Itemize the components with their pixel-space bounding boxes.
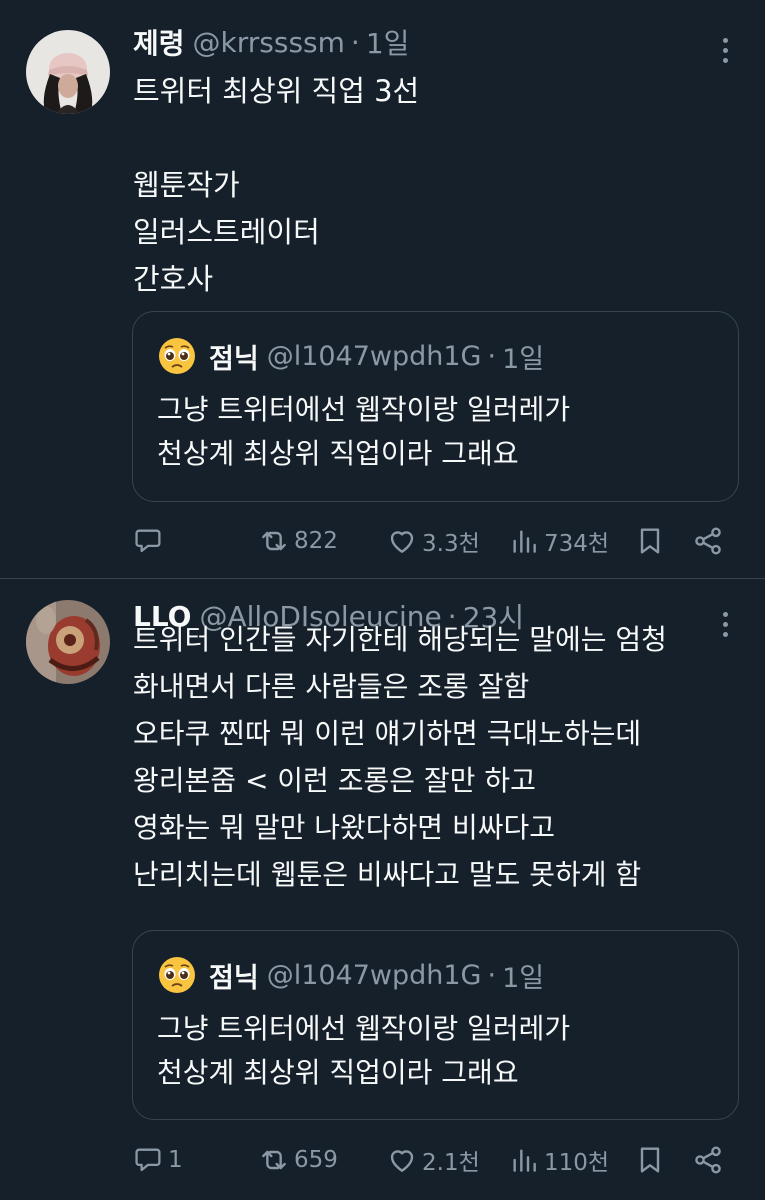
action-bar: 822 3.3천 734천	[132, 521, 732, 561]
quote-timestamp[interactable]: 1일	[502, 337, 544, 376]
bookmark-button[interactable]	[634, 521, 666, 561]
retweet-arrows-icon	[258, 525, 290, 557]
bar-chart-icon	[508, 525, 540, 557]
separator-dot: ·	[487, 340, 497, 372]
reply-count: 1	[168, 1147, 183, 1173]
more-options-icon[interactable]	[715, 30, 735, 70]
bookmark-icon	[634, 525, 666, 557]
avatar[interactable]	[26, 30, 110, 114]
pleading-face-icon	[157, 955, 197, 995]
tweet-header: 제령 @krrssssm · 1일	[133, 22, 725, 62]
like-count: 3.3천	[422, 531, 480, 557]
retweet-button[interactable]: 822	[258, 521, 338, 561]
quote-display-name[interactable]: 점닉	[209, 956, 259, 995]
user-handle[interactable]: @krrssssm	[193, 26, 345, 59]
reply-button[interactable]	[132, 521, 168, 561]
share-button[interactable]	[692, 521, 724, 561]
share-icon	[692, 525, 724, 557]
like-button[interactable]: 2.1천	[386, 1140, 480, 1180]
quote-timestamp[interactable]: 1일	[502, 956, 544, 995]
bar-chart-icon	[508, 1144, 540, 1176]
action-bar: 1 659 2.1천 110천	[132, 1140, 732, 1180]
retweet-arrows-icon	[258, 1144, 290, 1176]
separator-dot: ·	[487, 959, 497, 991]
heart-icon	[386, 1144, 418, 1176]
tweet[interactable]: 제령 @krrssssm · 1일 트위터 최상위 직업 3선 웹툰작가 일러스…	[0, 0, 765, 578]
timestamp[interactable]: 1일	[366, 22, 410, 62]
bookmark-icon	[634, 1144, 666, 1176]
retweet-button[interactable]: 659	[258, 1140, 338, 1180]
quote-header: 점닉 @l1047wpdh1G · 1일	[157, 336, 544, 376]
views-button[interactable]: 734천	[508, 521, 609, 561]
speech-bubble-icon	[132, 525, 164, 557]
like-button[interactable]: 3.3천	[386, 521, 480, 561]
quote-tweet[interactable]: 점닉 @l1047wpdh1G · 1일 그냥 트위터에선 웹작이랑 일러레가 …	[132, 311, 739, 502]
quote-header: 점닉 @l1047wpdh1G · 1일	[157, 955, 544, 995]
separator-dot: ·	[350, 25, 360, 59]
display-name[interactable]: 제령	[133, 22, 185, 62]
quote-tweet[interactable]: 점닉 @l1047wpdh1G · 1일 그냥 트위터에선 웹작이랑 일러레가 …	[132, 930, 739, 1120]
quote-user-handle[interactable]: @l1047wpdh1G	[267, 341, 482, 372]
tweet-text: 트위터 인간들 자기한테 해당되는 말에는 엄청 화내면서 다른 사람들은 조롱…	[133, 623, 667, 891]
pleading-face-icon	[157, 336, 197, 376]
quote-text: 그냥 트위터에선 웹작이랑 일러레가 천상계 최상위 직업이라 그래요	[157, 1012, 571, 1089]
heart-icon	[386, 525, 418, 557]
reply-button[interactable]: 1	[132, 1140, 183, 1180]
bookmark-button[interactable]	[634, 1140, 666, 1180]
speech-bubble-icon	[132, 1144, 164, 1176]
share-icon	[692, 1144, 724, 1176]
quote-text: 그냥 트위터에선 웹작이랑 일러레가 천상계 최상위 직업이라 그래요	[157, 393, 571, 470]
avatar[interactable]	[26, 600, 110, 684]
views-button[interactable]: 110천	[508, 1140, 609, 1180]
like-count: 2.1천	[422, 1150, 480, 1176]
share-button[interactable]	[692, 1140, 724, 1180]
retweet-count: 822	[294, 528, 338, 554]
retweet-count: 659	[294, 1147, 338, 1173]
tweet-text: 트위터 최상위 직업 3선 웹툰작가 일러스트레이터 간호사	[133, 74, 420, 296]
tweet[interactable]: LLO @AlloDIsoleucine · 23시 트위터 인간들 자기한테 …	[0, 578, 765, 1200]
views-count: 110천	[544, 1150, 610, 1176]
views-count: 734천	[544, 531, 610, 557]
quote-user-handle[interactable]: @l1047wpdh1G	[267, 960, 482, 991]
quote-display-name[interactable]: 점닉	[209, 337, 259, 376]
